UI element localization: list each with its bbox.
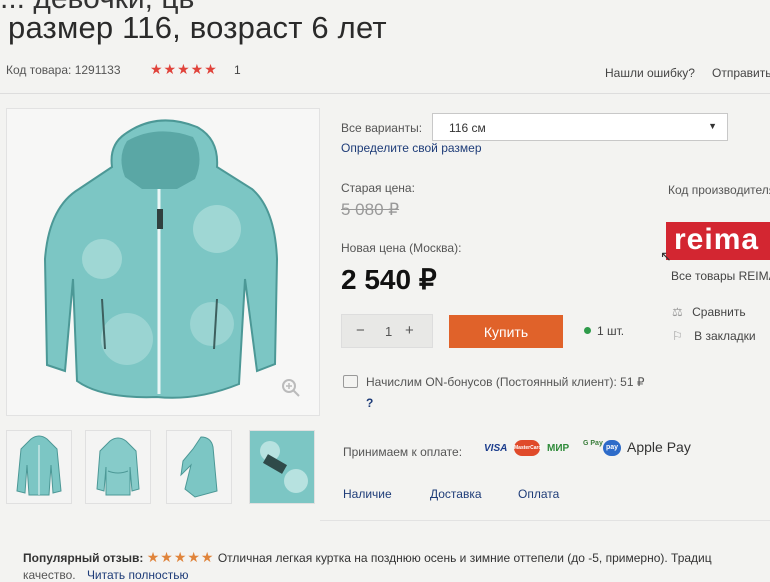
apple-pay-icon: Apple Pay [627, 439, 691, 455]
tab-delivery[interactable]: Доставка [430, 487, 482, 501]
compare-icon: ⚖ [672, 305, 683, 319]
payment-label: Принимаем к оплате: [343, 445, 463, 459]
bookmark-icon: ⚐ [672, 329, 683, 343]
quantity-stepper[interactable]: − 1 + [341, 314, 433, 348]
jacket-image [43, 119, 279, 399]
bonus-help-link[interactable]: ? [366, 396, 373, 410]
bookmark-link[interactable]: ⚐ В закладки [672, 329, 756, 343]
chevron-down-icon: ▼ [708, 121, 717, 131]
thumbnail[interactable] [249, 430, 315, 504]
mouse-cursor-icon: ↖ [660, 248, 672, 264]
zoom-icon[interactable] [281, 378, 301, 398]
product-code: Код товара: 1291133 [6, 63, 121, 77]
new-price: 2 540 ₽ [341, 264, 437, 295]
old-price-label: Старая цена: [341, 181, 415, 195]
old-price: 5 080 ₽ [341, 200, 400, 219]
mir-icon: МИР [547, 443, 570, 454]
read-more-link[interactable]: Читать полностью [87, 568, 189, 582]
size-select-value: 116 см [449, 121, 486, 135]
rating-stars[interactable]: ★★★★★ [150, 61, 218, 78]
product-photo[interactable] [6, 108, 320, 416]
tab-availability[interactable]: Наличие [343, 487, 392, 501]
review-text: Отличная легкая куртка на позднюю осень … [217, 551, 712, 565]
brand-logo-text: reima [674, 223, 760, 256]
quantity-value[interactable]: 1 [385, 324, 392, 339]
brand-logo[interactable]: reima [666, 222, 770, 260]
thumbnail[interactable] [166, 430, 232, 504]
google-pay-icon: G Pay [583, 440, 603, 447]
report-error-link[interactable]: Нашли ошибку? [605, 66, 695, 80]
review-text-cont: качество. [23, 568, 76, 582]
in-stock-dot-icon [584, 327, 591, 334]
send-link[interactable]: Отправить [712, 66, 770, 80]
popular-review: Популярный отзыв: ★★★★★ Отличная легкая … [23, 549, 712, 566]
compare-link[interactable]: ⚖ Сравнить [672, 305, 746, 319]
new-price-label: Новая цена (Москва): [341, 241, 462, 255]
compare-label: Сравнить [692, 305, 746, 319]
manufacturer-code-label: Код производителя [668, 183, 770, 197]
review-continuation: качество. Читать полностью [23, 568, 188, 582]
tab-payment[interactable]: Оплата [518, 487, 559, 501]
page-title: размер 116, возраст 6 лет [8, 10, 387, 45]
divider [320, 520, 770, 521]
all-brand-goods-link[interactable]: Все товары REIMA [671, 269, 770, 283]
review-stars: ★★★★★ [146, 549, 215, 565]
variants-label: Все варианты: [341, 121, 423, 135]
review-label: Популярный отзыв: [23, 551, 144, 565]
minus-button[interactable]: − [356, 322, 365, 339]
thumbnail[interactable] [6, 430, 72, 504]
samsung-pay-icon: pay [603, 440, 621, 456]
stock-count: 1 шт. [597, 324, 625, 338]
size-select[interactable]: 116 см ▼ [432, 113, 728, 141]
divider [0, 93, 770, 94]
stock-status: 1 шт. [584, 324, 624, 338]
mastercard-icon: MasterCard [514, 440, 542, 456]
size-guide-link[interactable]: Определите свой размер [341, 141, 482, 155]
visa-icon: VISA [484, 443, 508, 454]
plus-button[interactable]: + [405, 322, 414, 339]
buy-button[interactable]: Купить [449, 315, 563, 348]
thumbnail[interactable] [85, 430, 151, 504]
rating-count[interactable]: 1 [234, 63, 241, 77]
bookmark-label: В закладки [694, 329, 756, 343]
bonus-icon [343, 375, 358, 388]
bonus-text: Начислим ON-бонусов (Постоянный клиент):… [366, 375, 645, 389]
